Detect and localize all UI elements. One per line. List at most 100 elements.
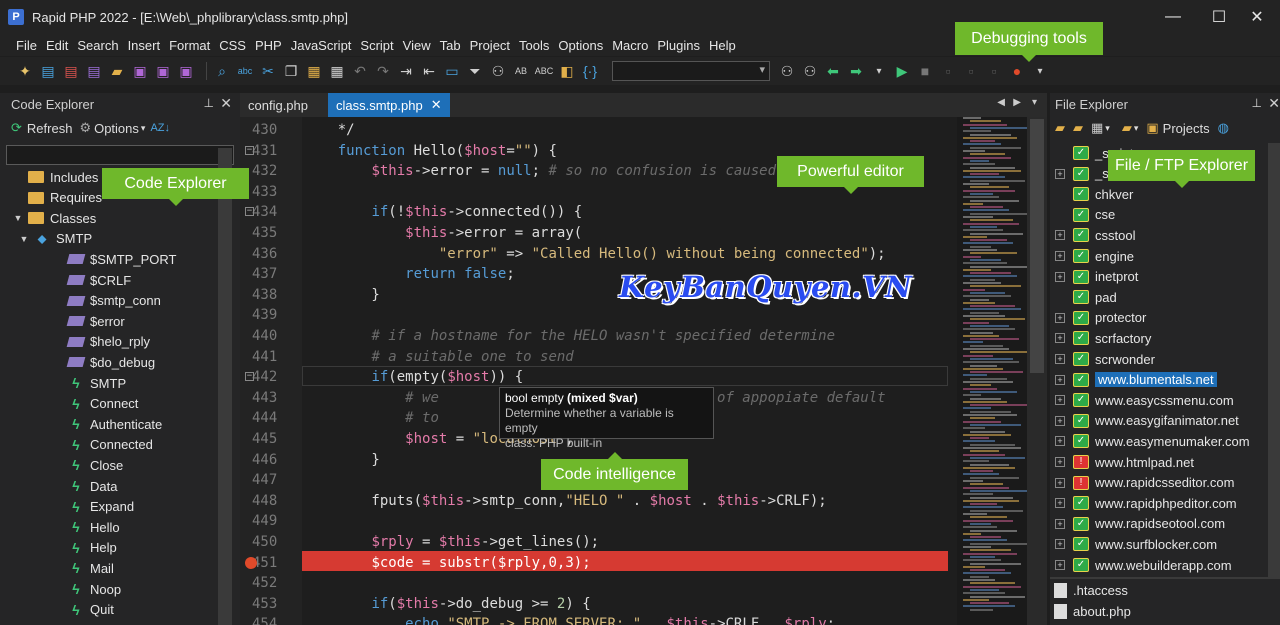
menu-macro[interactable]: Macro bbox=[612, 38, 648, 53]
code-line[interactable]: 453 if($this->do_debug >= 2) { bbox=[240, 594, 960, 614]
code-line[interactable]: 450 $rply = $this->get_lines(); bbox=[240, 532, 960, 552]
expand-arrow-icon[interactable]: ▼ bbox=[12, 213, 24, 223]
save-icon[interactable]: ▣ bbox=[131, 62, 149, 80]
file-explorer-splitter[interactable] bbox=[1050, 577, 1280, 579]
code-line[interactable]: 440 # if a hostname for the HELO wasn't … bbox=[240, 326, 960, 346]
brackets-icon[interactable]: {·} bbox=[581, 62, 599, 80]
dropdown-icon[interactable]: ▾ bbox=[870, 62, 888, 80]
expand-plus-icon[interactable]: + bbox=[1055, 333, 1065, 344]
file-explorer-folder[interactable]: + ✓ inetprot bbox=[1055, 267, 1138, 287]
menu-options[interactable]: Options bbox=[558, 38, 603, 53]
expand-plus-icon[interactable]: + bbox=[1055, 477, 1065, 488]
projects-button[interactable]: Projects bbox=[1163, 121, 1210, 136]
nav-back-icon[interactable]: ⬅ bbox=[824, 62, 842, 80]
fold-toggle-icon[interactable]: − bbox=[245, 145, 254, 155]
close-panel-icon[interactable]: ✕ bbox=[1268, 95, 1280, 112]
expand-plus-icon[interactable]: + bbox=[1055, 354, 1065, 364]
new-php-icon[interactable]: ▤ bbox=[85, 62, 103, 80]
code-line[interactable]: 441 # a suitable one to send bbox=[240, 347, 960, 367]
breakpoint-icon[interactable]: ● bbox=[1008, 62, 1026, 80]
expand-plus-icon[interactable]: + bbox=[1055, 436, 1065, 447]
file-explorer-folder[interactable]: + ✓ www.blumentals.net bbox=[1055, 370, 1217, 390]
menu-script[interactable]: Script bbox=[360, 38, 393, 53]
up-folder-icon[interactable]: ▰ bbox=[1073, 120, 1083, 136]
tabs-scroll-left-icon[interactable]: ◀ bbox=[997, 97, 1005, 108]
code-tree-item[interactable]: $SMTP_PORT bbox=[66, 249, 176, 269]
code-tree-item[interactable]: $helo_rply bbox=[66, 332, 150, 352]
close-panel-icon[interactable]: ✕ bbox=[220, 95, 232, 112]
code-line[interactable]: 442− if(empty($host)) { bbox=[240, 367, 960, 387]
code-editor[interactable]: 430 */431− function Hello($host="") {432… bbox=[240, 117, 1047, 625]
file-explorer-folder[interactable]: + ✓ www.rapidphpeditor.com bbox=[1055, 493, 1237, 513]
file-explorer-folder[interactable]: ✓ cse bbox=[1055, 205, 1115, 225]
file-explorer-folder[interactable]: ✓ pad bbox=[1055, 287, 1117, 307]
code-line[interactable]: 452 bbox=[240, 573, 960, 593]
code-tree-item[interactable]: ϟ Close bbox=[68, 455, 123, 475]
scroll-thumb[interactable] bbox=[1030, 119, 1044, 373]
refresh-button[interactable]: Refresh bbox=[27, 121, 73, 136]
print-icon[interactable]: ▣ bbox=[177, 62, 195, 80]
copy-icon[interactable]: ❐ bbox=[282, 62, 300, 80]
open-folder-icon[interactable]: ▰ bbox=[108, 62, 126, 80]
spell-icon[interactable]: ABC bbox=[535, 62, 554, 80]
save-all-icon[interactable]: ▣ bbox=[154, 62, 172, 80]
file-explorer-folder[interactable]: + ✓ www.easygifanimator.net bbox=[1055, 411, 1239, 431]
code-tree-item[interactable]: $CRLF bbox=[66, 270, 131, 290]
code-tree-item[interactable]: ϟ Expand bbox=[68, 497, 134, 517]
code-tree-item[interactable]: $do_debug bbox=[66, 352, 155, 372]
tab-class-smtp[interactable]: class.smtp.php ✕ bbox=[328, 93, 450, 117]
chevron-down-icon[interactable]: ▾ bbox=[1134, 123, 1139, 134]
code-line[interactable]: 434− if(!$this->connected()) { bbox=[240, 202, 960, 222]
file-explorer-scrollbar[interactable] bbox=[1268, 143, 1280, 577]
new-folder-icon[interactable]: ▰ bbox=[1055, 120, 1065, 136]
code-tree-item[interactable]: ϟ Data bbox=[68, 476, 117, 496]
code-explorer-search-input[interactable]: ⌕ bbox=[6, 145, 234, 165]
expand-plus-icon[interactable]: + bbox=[1055, 498, 1065, 509]
folder-menu-icon[interactable]: ▰ bbox=[1122, 120, 1132, 136]
code-tree-item[interactable]: ϟ Mail bbox=[68, 558, 114, 578]
file-explorer-folder[interactable]: + ✓ csstool bbox=[1055, 225, 1135, 245]
file-list-item[interactable]: about.php bbox=[1054, 601, 1131, 621]
code-line[interactable]: 449 bbox=[240, 511, 960, 531]
function-list-combo[interactable] bbox=[612, 61, 770, 81]
menu-edit[interactable]: Edit bbox=[46, 38, 68, 53]
menu-javascript[interactable]: JavaScript bbox=[291, 38, 352, 53]
find-next-icon[interactable]: ⚇ bbox=[778, 62, 796, 80]
menu-help[interactable]: Help bbox=[709, 38, 736, 53]
code-tree-item[interactable]: ϟ Noop bbox=[68, 579, 121, 599]
step-into-icon[interactable]: ▫ bbox=[939, 62, 957, 80]
file-explorer-folder[interactable]: + ✓ protector bbox=[1055, 308, 1146, 328]
menu-file[interactable]: File bbox=[16, 38, 37, 53]
paste-special-icon[interactable]: ▦ bbox=[328, 62, 346, 80]
binoculars-icon[interactable]: ⚇ bbox=[489, 62, 507, 80]
undo-icon[interactable]: ↶ bbox=[351, 62, 369, 80]
minimap[interactable] bbox=[957, 117, 1029, 625]
file-explorer-folder[interactable]: +! www.rapidcsseditor.com bbox=[1055, 473, 1234, 493]
debug-dropdown-icon[interactable]: ▾ bbox=[1031, 62, 1049, 80]
expand-plus-icon[interactable]: + bbox=[1055, 374, 1065, 385]
projects-icon[interactable]: ▣ bbox=[1146, 120, 1158, 136]
find-prev-icon[interactable]: ⚇ bbox=[801, 62, 819, 80]
indent-icon[interactable]: ⇥ bbox=[397, 62, 415, 80]
options-button[interactable]: Options bbox=[94, 121, 139, 136]
view-mode-icon[interactable]: ▦ bbox=[1091, 120, 1103, 136]
code-tree-item[interactable]: ϟ SMTP bbox=[68, 373, 126, 393]
file-list-item[interactable]: .htaccess bbox=[1054, 580, 1128, 600]
expand-plus-icon[interactable]: + bbox=[1055, 415, 1065, 426]
menu-project[interactable]: Project bbox=[470, 38, 510, 53]
globe-icon[interactable]: ◍ bbox=[1218, 120, 1229, 136]
step-over-icon[interactable]: ▫ bbox=[962, 62, 980, 80]
spellcheck-icon[interactable]: abc bbox=[236, 62, 254, 80]
expand-plus-icon[interactable]: + bbox=[1055, 457, 1065, 467]
bookmark-icon[interactable]: ◧ bbox=[558, 62, 576, 80]
code-tree-item[interactable]: ϟ Help bbox=[68, 538, 116, 558]
menu-tools[interactable]: Tools bbox=[519, 38, 549, 53]
fold-toggle-icon[interactable]: − bbox=[245, 207, 254, 217]
expand-plus-icon[interactable]: + bbox=[1055, 560, 1065, 570]
pin-icon[interactable]: ⊥ bbox=[1252, 96, 1262, 110]
expand-plus-icon[interactable]: + bbox=[1055, 168, 1065, 179]
replace-icon[interactable]: AB bbox=[512, 62, 530, 80]
tabs-scroll-right-icon[interactable]: ▶ bbox=[1013, 97, 1021, 108]
code-tree-item[interactable]: ▼ Classes bbox=[12, 208, 97, 228]
new-pdf-icon[interactable]: ▤ bbox=[62, 62, 80, 80]
